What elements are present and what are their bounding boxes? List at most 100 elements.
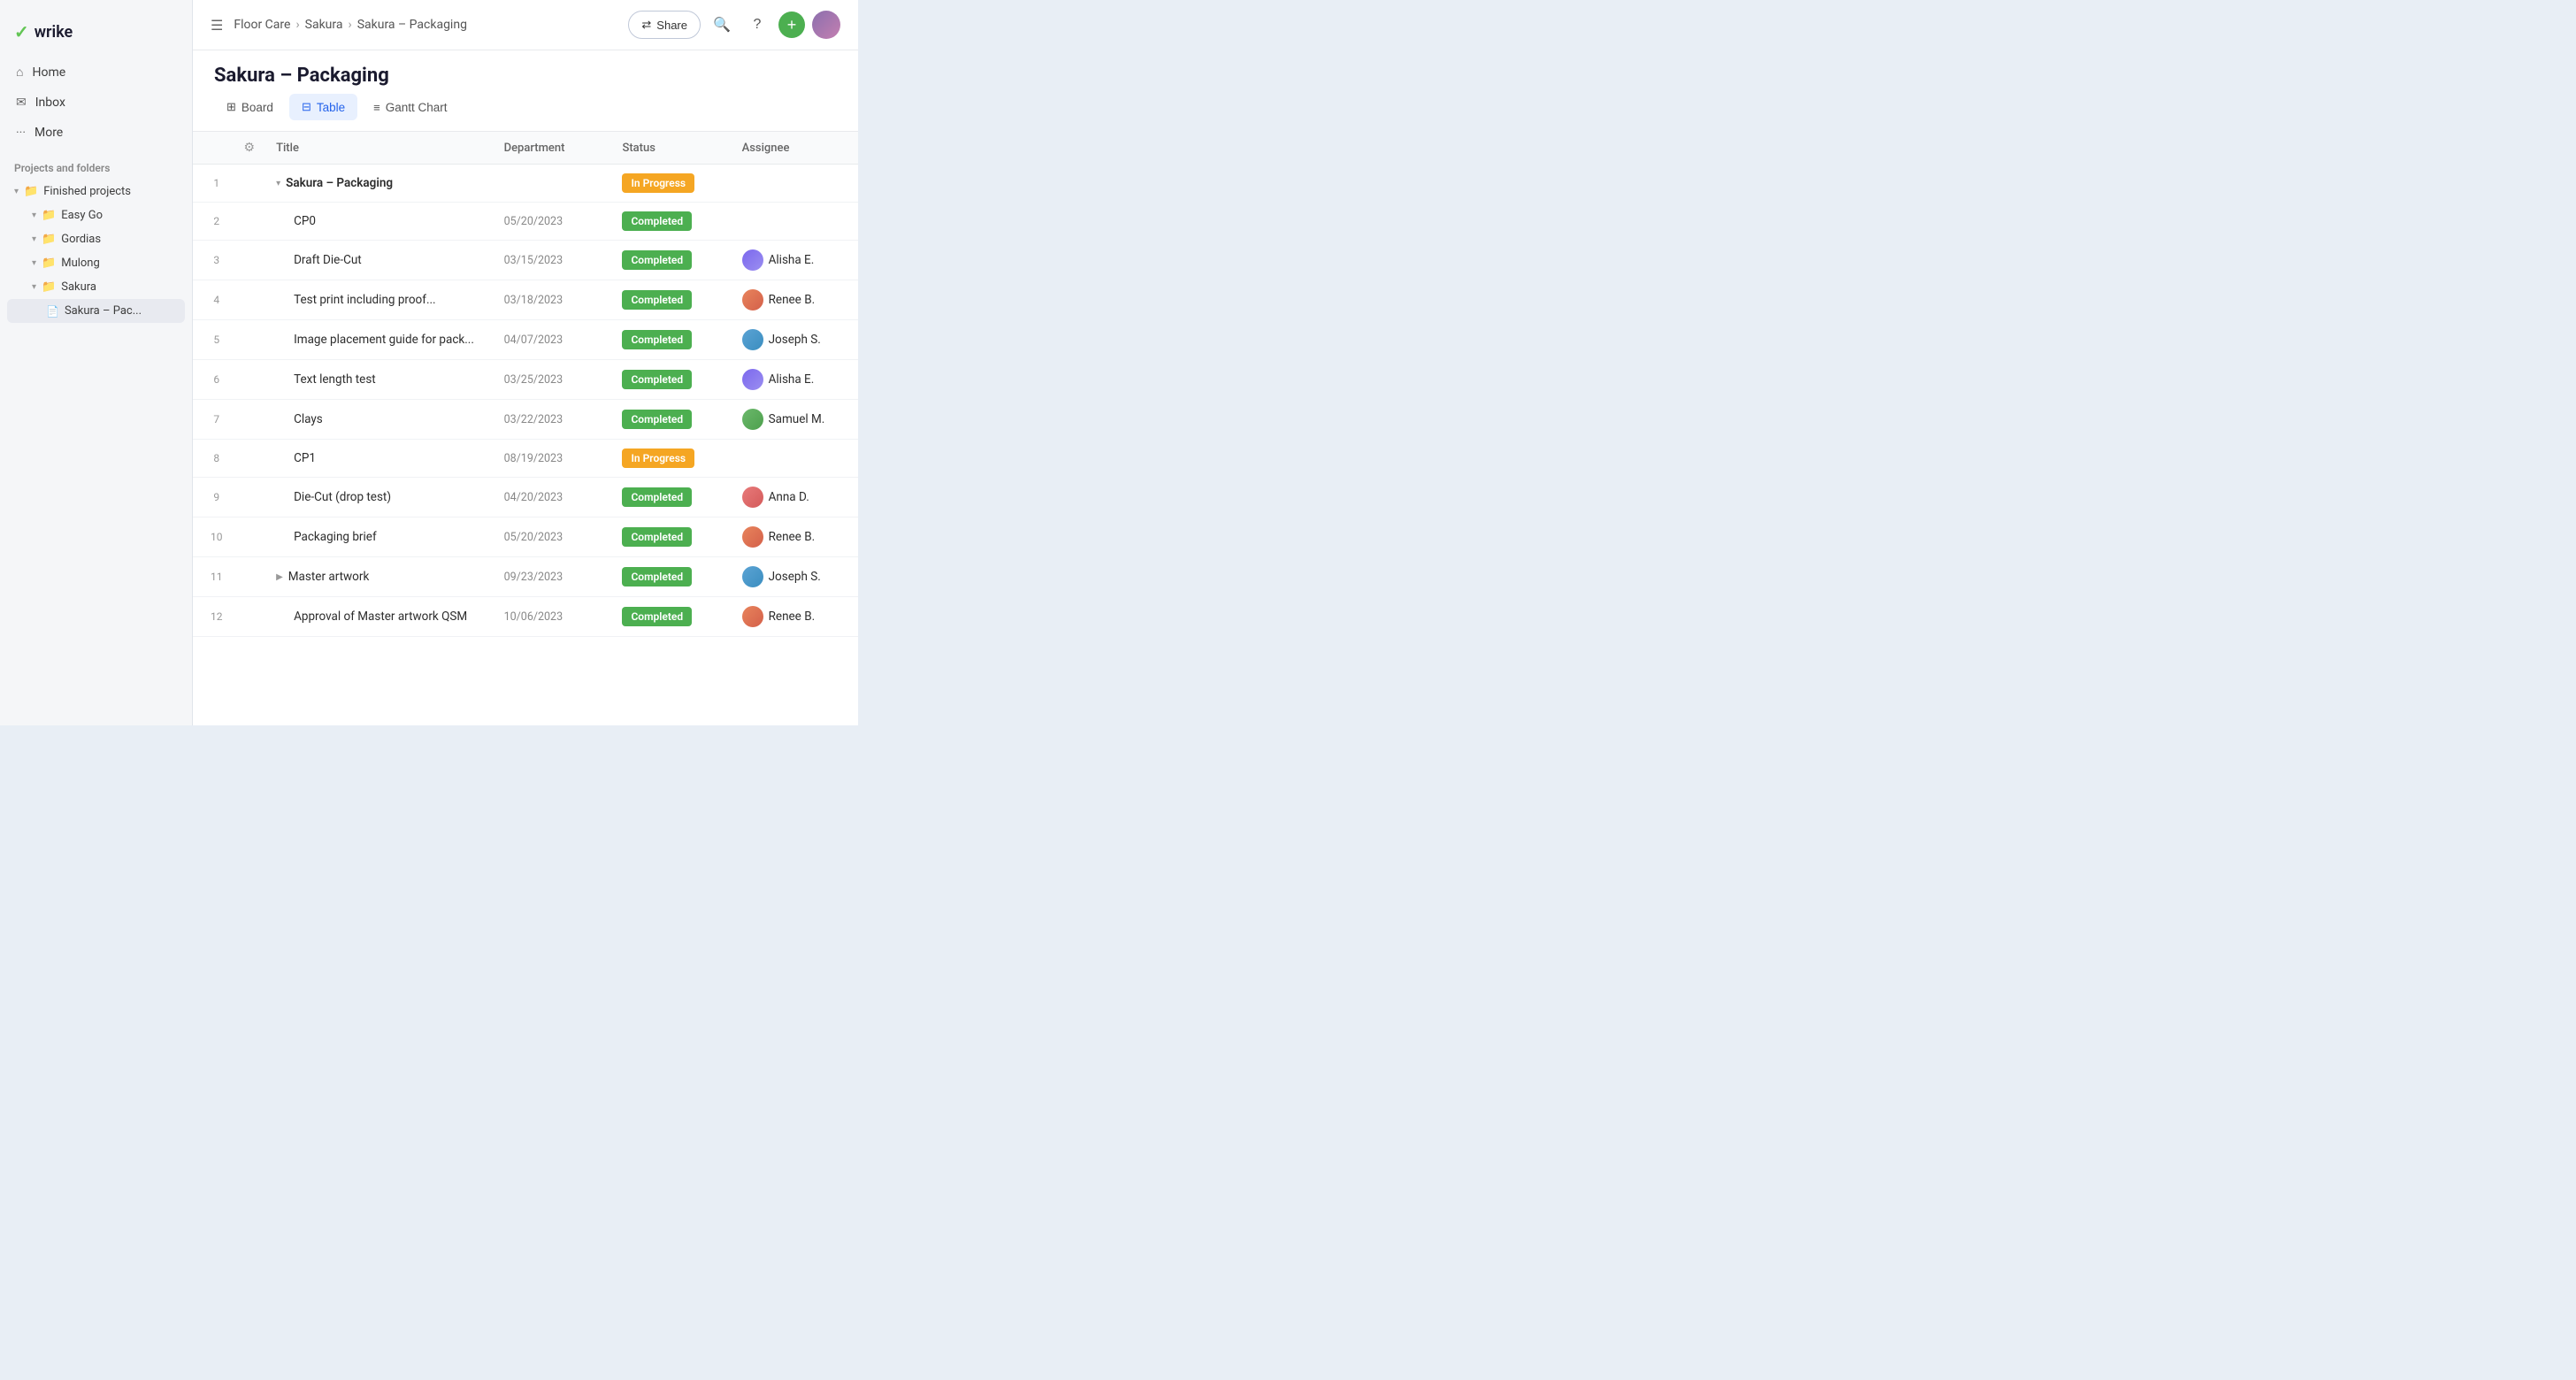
row-status: Completed (611, 597, 731, 637)
sidebar-item-finished-projects[interactable]: ▾ 📁 Finished projects (7, 180, 185, 203)
assignee-cell: Joseph S. (742, 566, 847, 587)
breadcrumb-sakura[interactable]: Sakura (305, 18, 343, 32)
expand-arrow[interactable]: ▾ (276, 179, 280, 188)
sidebar-item-more-label: More (34, 126, 63, 140)
assignee-cell: Anna D. (742, 487, 847, 508)
status-badge: Completed (622, 290, 692, 310)
add-button[interactable]: + (778, 12, 805, 38)
table-row[interactable]: 4 Test print including proof... 03/18/20… (193, 280, 858, 320)
breadcrumb-packaging[interactable]: Sakura – Packaging (357, 18, 467, 32)
sidebar-item-easygo[interactable]: ▾ 📁 Easy Go (7, 203, 185, 227)
assignee-cell: Samuel M. (742, 409, 847, 430)
status-badge: Completed (622, 250, 692, 270)
row-num: 4 (193, 280, 234, 320)
document-icon: 📄 (46, 305, 59, 318)
row-title-text: Approval of Master artwork QSM (294, 610, 467, 624)
task-table-container[interactable]: ⚙ Title Department Status Assignee (193, 132, 858, 725)
expand-arrow[interactable]: ▶ (276, 572, 283, 582)
header-actions: ⇄ Share 🔍 ? + (628, 11, 840, 39)
table-row[interactable]: 7 Clays 03/22/2023Completed Samuel M. (193, 400, 858, 440)
assignee-name: Samuel M. (769, 412, 825, 426)
task-table: ⚙ Title Department Status Assignee (193, 132, 858, 637)
row-assignee: Renee B. (732, 518, 858, 557)
assignee-name: Alisha E. (769, 253, 815, 267)
row-settings (234, 203, 266, 241)
row-settings (234, 360, 266, 400)
table-row[interactable]: 9 Die-Cut (drop test) 04/20/2023Complete… (193, 478, 858, 518)
row-title: Draft Die-Cut (265, 241, 494, 280)
sidebar-item-mulong[interactable]: ▾ 📁 Mulong (7, 251, 185, 275)
row-title: CP1 (265, 440, 494, 478)
row-dept: 09/23/2023 (494, 557, 612, 597)
row-dept: 03/15/2023 (494, 241, 612, 280)
assignee-name: Anna D. (769, 490, 809, 504)
table-row[interactable]: 6 Text length test 03/25/2023Completed A… (193, 360, 858, 400)
table-row[interactable]: 10 Packaging brief 05/20/2023Completed R… (193, 518, 858, 557)
row-settings (234, 241, 266, 280)
status-badge: Completed (622, 607, 692, 626)
sidebar-item-sakura[interactable]: ▾ 📁 Sakura (7, 275, 185, 299)
tab-board[interactable]: ⊞ Board (214, 94, 286, 120)
row-dept: 04/07/2023 (494, 320, 612, 360)
row-num: 10 (193, 518, 234, 557)
row-num: 12 (193, 597, 234, 637)
assignee-name: Joseph S. (769, 570, 821, 584)
row-title-text: Sakura – Packaging (286, 176, 393, 190)
row-dept: 04/20/2023 (494, 478, 612, 518)
avatar[interactable] (812, 11, 840, 39)
sidebar-item-home-label: Home (32, 65, 65, 80)
row-assignee: Anna D. (732, 478, 858, 518)
menu-icon[interactable]: ☰ (211, 17, 223, 34)
col-status: Status (611, 132, 731, 165)
table-row[interactable]: 3 Draft Die-Cut 03/15/2023Completed Alis… (193, 241, 858, 280)
row-assignee: Joseph S. (732, 320, 858, 360)
assignee-avatar (742, 329, 763, 350)
row-status: Completed (611, 478, 731, 518)
sidebar-item-home[interactable]: ⌂ Home (7, 57, 185, 88)
table-icon: ⊟ (302, 100, 311, 114)
row-dept: 03/25/2023 (494, 360, 612, 400)
table-row[interactable]: 2 CP0 05/20/2023Completed (193, 203, 858, 241)
table-row[interactable]: 11 ▶ Master artwork 09/23/2023Completed … (193, 557, 858, 597)
sidebar-item-inbox[interactable]: ✉ Inbox (7, 88, 185, 118)
help-icon: ? (754, 17, 762, 33)
sidebar-nav: ⌂ Home ✉ Inbox ··· More (0, 57, 192, 148)
table-row[interactable]: 5 Image placement guide for pack... 04/0… (193, 320, 858, 360)
assignee-cell: Renee B. (742, 526, 847, 548)
tab-table[interactable]: ⊟ Table (289, 94, 357, 120)
sidebar-item-more[interactable]: ··· More (7, 118, 185, 148)
assignee-cell: Alisha E. (742, 249, 847, 271)
help-button[interactable]: ? (743, 11, 771, 39)
breadcrumb-floor-care[interactable]: Floor Care (234, 18, 290, 32)
sakura-label: Sakura (61, 280, 96, 294)
sidebar-item-sakura-packaging[interactable]: 📄 Sakura – Pac... (7, 299, 185, 323)
sakura-pac-label: Sakura – Pac... (65, 304, 142, 318)
row-title-text: Die-Cut (drop test) (294, 490, 391, 504)
row-title: Clays (265, 400, 494, 440)
row-num: 1 (193, 165, 234, 203)
status-badge: Completed (622, 330, 692, 349)
table-row[interactable]: 8 CP1 08/19/2023In Progress (193, 440, 858, 478)
logo: ✓ wrike (0, 14, 192, 57)
sidebar-item-gordias[interactable]: ▾ 📁 Gordias (7, 227, 185, 251)
settings-icon[interactable]: ⚙ (244, 141, 256, 155)
tab-gantt-label: Gantt Chart (386, 101, 448, 114)
row-title: CP0 (265, 203, 494, 241)
tab-gantt[interactable]: ≡ Gantt Chart (361, 94, 459, 120)
view-tabs: ⊞ Board ⊟ Table ≡ Gantt Chart (193, 94, 858, 132)
share-button[interactable]: ⇄ Share (628, 11, 701, 39)
header-bar: ☰ Floor Care › Sakura › Sakura – Packagi… (193, 0, 858, 50)
table-row[interactable]: 12 Approval of Master artwork QSM 10/06/… (193, 597, 858, 637)
row-title: ▾ Sakura – Packaging (265, 165, 494, 203)
row-title: Approval of Master artwork QSM (265, 597, 494, 637)
search-button[interactable]: 🔍 (708, 11, 736, 39)
assignee-avatar (742, 487, 763, 508)
row-status: Completed (611, 241, 731, 280)
tab-table-label: Table (317, 101, 345, 114)
row-assignee: Alisha E. (732, 241, 858, 280)
table-row[interactable]: 1 ▾ Sakura – Packaging In Progress (193, 165, 858, 203)
row-status: In Progress (611, 165, 731, 203)
row-assignee (732, 165, 858, 203)
row-title-text: Master artwork (288, 570, 370, 584)
row-assignee: Samuel M. (732, 400, 858, 440)
